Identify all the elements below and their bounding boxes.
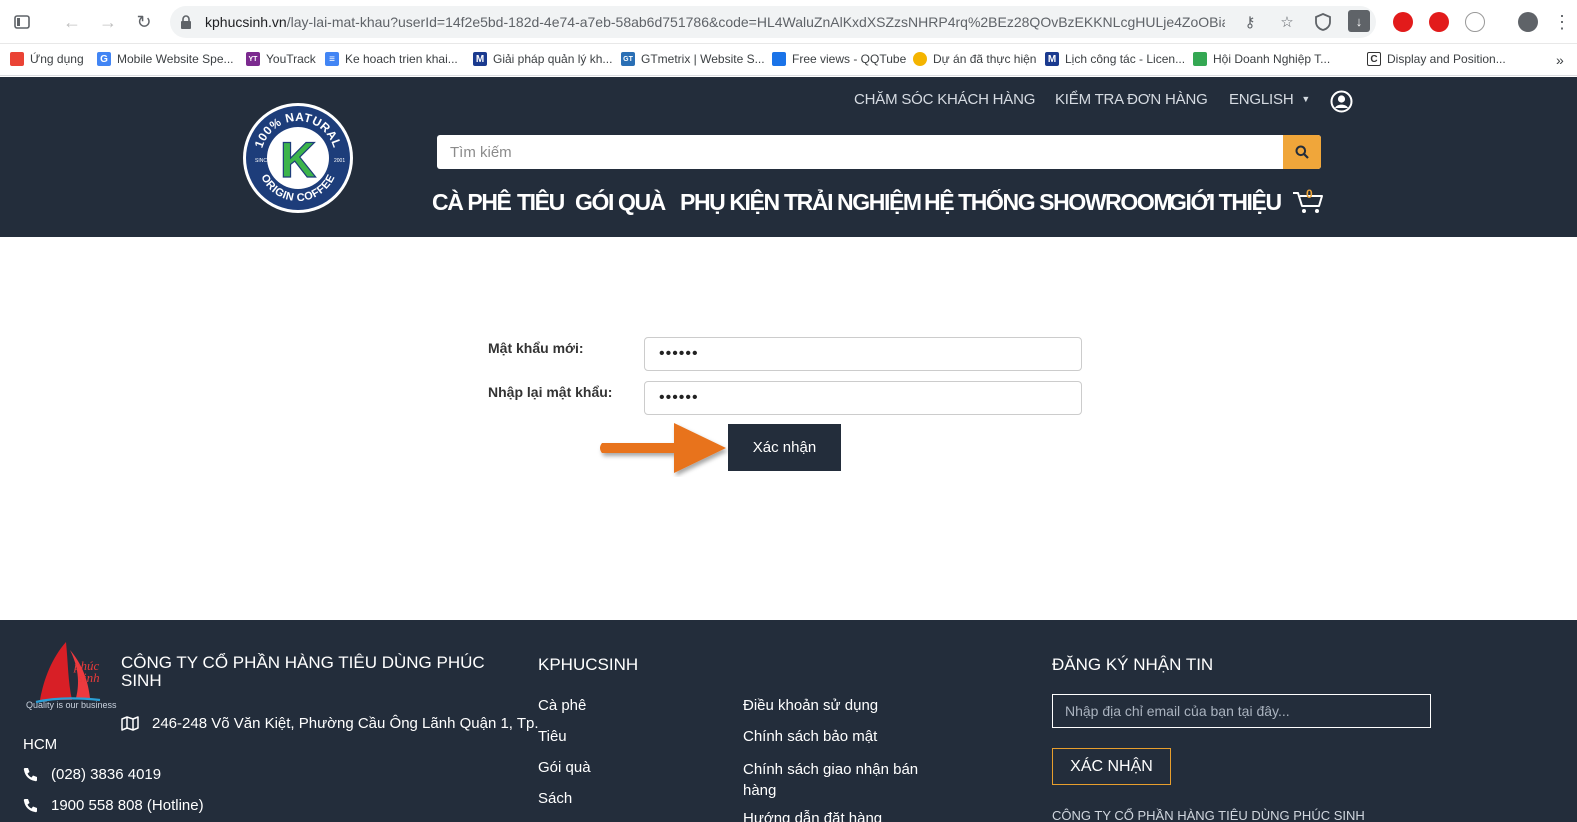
order-check-link[interactable]: KIỂM TRA ĐƠN HÀNG (1055, 91, 1208, 108)
nav-experience[interactable]: TRẢI NGHIỆM (784, 189, 922, 216)
caret-down-icon: ▼ (1301, 94, 1311, 104)
newsletter-email-input[interactable] (1052, 694, 1431, 728)
youtrack-icon: YT (246, 52, 260, 66)
ublock-icon[interactable] (1429, 12, 1449, 32)
newsletter-heading: ĐĂNG KÝ NHẬN TIN (1052, 655, 1214, 674)
search-favicon-icon (772, 52, 786, 66)
key-icon[interactable]: ⚷ (1240, 12, 1260, 32)
nav-about[interactable]: GIỚI THIỆU (1169, 189, 1282, 216)
reload-icon[interactable]: ↻ (132, 10, 156, 34)
download-icon[interactable]: ↓ (1348, 10, 1370, 32)
footer-hotline[interactable]: 1900 558 808 (Hotline) (51, 797, 204, 814)
profile-icon[interactable] (1518, 12, 1538, 32)
star-icon[interactable]: ☆ (1277, 12, 1297, 32)
footer-link-privacy[interactable]: Chính sách bảo mật (743, 728, 877, 745)
search-button[interactable] (1283, 135, 1321, 169)
footer-link-pepper[interactable]: Tiêu (538, 728, 567, 745)
gtmetrix-icon: GT (621, 52, 635, 66)
extension-icon[interactable] (1465, 12, 1485, 32)
footer-tagline: Quality is our business (26, 700, 117, 710)
new-password-field[interactable] (644, 337, 1082, 371)
nav-coffee[interactable]: CÀ PHÊ (432, 189, 512, 216)
shield-icon[interactable] (1313, 12, 1333, 32)
nav-gift[interactable]: GÓI QUÀ (575, 189, 666, 216)
calendar-favicon-icon: M (1045, 52, 1059, 66)
bookmark-item[interactable]: YT YouTrack (246, 52, 316, 66)
bookmark-item[interactable]: Free views - QQTube (772, 52, 906, 66)
lock-icon (181, 15, 191, 29)
site-favicon-icon: M (473, 52, 487, 66)
maps-favicon-icon (1193, 52, 1207, 66)
map-icon (121, 716, 139, 731)
doc-favicon-icon: C (1367, 52, 1381, 66)
confirm-password-field[interactable] (644, 381, 1082, 415)
footer-link-terms[interactable]: Điều khoản sử dụng (743, 697, 878, 714)
apps-grid-icon (10, 52, 24, 66)
nav-pepper[interactable]: TIÊU (517, 189, 565, 216)
browser-toolbar: ← → ↻ kphucsinh.vn/lay-lai-mat-khau?user… (0, 0, 1577, 44)
pointer-arrow-annotation (600, 423, 726, 473)
confirm-password-label: Nhập lại mật khẩu: (488, 384, 613, 400)
url-text: kphucsinh.vn/lay-lai-mat-khau?userId=14f… (205, 14, 1225, 30)
search-bar (437, 135, 1321, 169)
logo-letter: K (280, 132, 316, 188)
language-label: ENGLISH (1229, 91, 1294, 108)
project-favicon-icon (913, 52, 927, 66)
footer-brand-heading: KPHUCSINH (538, 655, 639, 674)
bookmark-item[interactable]: Dự án đã thực hiện (913, 52, 1036, 66)
bookmark-item[interactable]: M Lịch công tác - Licen... (1045, 52, 1185, 66)
site-header: 100% NATURAL ORIGIN COFFEE SINCE 2001 K … (0, 77, 1577, 237)
footer-company-name: CÔNG TY CỔ PHẦN HÀNG TIÊU DÙNG PHÚC SINH (121, 653, 485, 690)
hotline-phone-icon (23, 799, 37, 813)
back-icon[interactable]: ← (60, 10, 84, 34)
bookmark-item[interactable]: Ứng dụng (10, 52, 84, 66)
nav-showroom[interactable]: HỆ THỐNG SHOWROOM (924, 189, 1172, 216)
sidebar-toggle-icon[interactable] (10, 10, 34, 34)
docs-icon: ≡ (325, 52, 339, 66)
adblock-icon[interactable] (1393, 12, 1413, 32)
newsletter-submit-button[interactable]: XÁC NHẬN (1052, 748, 1171, 785)
confirm-button[interactable]: Xác nhận (728, 424, 841, 471)
bookmark-item[interactable]: G Mobile Website Spe... (97, 52, 234, 66)
search-input[interactable] (437, 135, 1283, 169)
user-account-icon[interactable] (1330, 90, 1353, 113)
phone-icon (23, 768, 37, 782)
footer-address-line-1: 246-248 Võ Văn Kiệt, Phường Cầu Ông Lãnh… (152, 715, 539, 732)
kphucsinh-logo[interactable]: 100% NATURAL ORIGIN COFFEE SINCE 2001 K (241, 101, 355, 215)
google-icon: G (97, 52, 111, 66)
menu-icon[interactable]: ⋮ (1550, 10, 1574, 34)
footer-address-line-2: HCM (23, 736, 58, 753)
site-footer: phúc sinh Quality is our business CÔNG T… (0, 620, 1577, 822)
new-password-label: Mật khẩu mới: (488, 340, 584, 356)
footer-bottom-company: CÔNG TY CỔ PHẦN HÀNG TIÊU DÙNG PHÚC SINH (1052, 808, 1365, 822)
footer-logo-word-2: sinh (78, 670, 100, 685)
more-bookmarks-icon[interactable]: » (1556, 52, 1564, 68)
forward-icon[interactable]: → (96, 10, 120, 34)
search-icon (1295, 145, 1309, 159)
footer-link-delivery[interactable]: Chính sách giao nhận bán hàng (743, 759, 933, 801)
footer-link-order-guide[interactable]: Hướng dẫn đặt hàng (743, 810, 882, 822)
footer-link-coffee[interactable]: Cà phê (538, 697, 586, 714)
bookmark-item[interactable]: GT GTmetrix | Website S... (621, 52, 765, 66)
bookmark-item[interactable]: M Giải pháp quản lý kh... (473, 52, 612, 66)
cart-count-badge: 0 (1306, 187, 1313, 201)
logo-year: 2001 (334, 158, 345, 164)
language-dropdown[interactable]: ENGLISH ▼ (1229, 91, 1310, 108)
footer-link-books[interactable]: Sách (538, 790, 572, 807)
bookmarks-bar: Ứng dụng G Mobile Website Spe... YT YouTra… (0, 44, 1577, 76)
bookmark-item[interactable]: ≡ Ke hoach trien khai... (325, 52, 458, 66)
logo-since: SINCE (255, 158, 271, 164)
nav-accessories[interactable]: PHỤ KIỆN (680, 189, 780, 216)
footer-phone[interactable]: (028) 3836 4019 (51, 766, 161, 783)
bookmark-item[interactable]: Hội Doanh Nghiệp T... (1193, 52, 1330, 66)
address-bar[interactable]: kphucsinh.vn/lay-lai-mat-khau?userId=14f… (170, 6, 1376, 38)
footer-link-gift[interactable]: Gói quà (538, 759, 591, 776)
customer-care-link[interactable]: CHĂM SÓC KHÁCH HÀNG (854, 91, 1035, 108)
bookmark-item[interactable]: C Display and Position... (1367, 52, 1506, 66)
